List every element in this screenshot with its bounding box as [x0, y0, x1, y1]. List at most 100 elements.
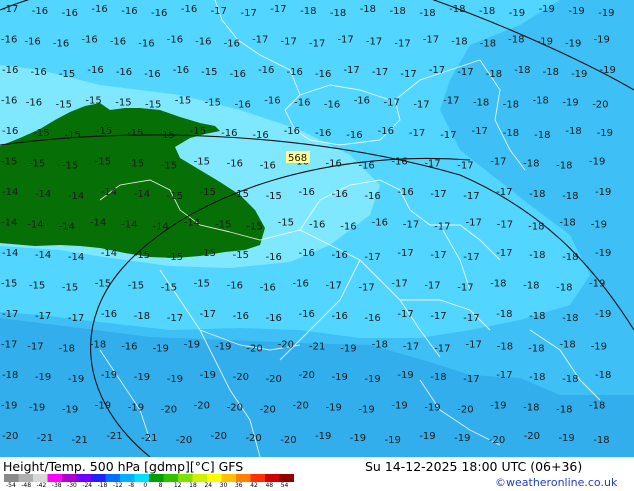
- temperature-label: -17: [463, 252, 479, 263]
- color-scale-tick-label: -8: [128, 482, 135, 489]
- temperature-label: -15: [65, 130, 81, 141]
- temperature-label: -16: [260, 161, 276, 172]
- temperature-label: -17: [358, 283, 374, 294]
- temperature-label: -17: [430, 250, 446, 261]
- temperature-label: -16: [358, 161, 374, 172]
- color-scale-tick-label: 54: [280, 482, 289, 489]
- temperature-label: -16: [138, 39, 154, 50]
- color-scale-tick-label: 42: [250, 482, 258, 489]
- temperature-label: -19: [454, 433, 470, 444]
- temperature-label: -19: [340, 344, 356, 355]
- temperature-label: -18: [330, 8, 346, 19]
- temperature-label: -15: [200, 248, 216, 259]
- color-scale-swatch: [91, 474, 106, 482]
- temperature-label: -16: [116, 67, 132, 78]
- temperature-label: -15: [134, 250, 150, 261]
- temperature-label: -20: [2, 431, 18, 442]
- color-scale-swatch: [47, 474, 63, 482]
- temperature-label: -18: [496, 309, 512, 320]
- temperature-label: -16: [260, 283, 276, 294]
- temperature-label: -17: [409, 128, 425, 139]
- temperature-label: -17: [443, 96, 459, 107]
- temperature-label: -17: [434, 344, 450, 355]
- temperature-label: -20: [161, 405, 177, 416]
- temperature-label: -17: [457, 161, 473, 172]
- temperature-label: -14: [59, 222, 75, 233]
- temperature-label: -16: [340, 222, 356, 233]
- color-scale-swatch: [76, 474, 92, 482]
- temperature-label: -16: [151, 8, 167, 19]
- temperature-label: -17: [1, 340, 17, 351]
- temperature-label: -19: [424, 403, 440, 414]
- temperature-label: -16: [224, 39, 240, 50]
- temperature-label: -18: [508, 35, 524, 46]
- temperature-label: -20: [293, 401, 309, 412]
- temperature-label: -15: [159, 130, 175, 141]
- temperature-label: -18: [565, 126, 581, 137]
- color-scale-tick-label: 24: [204, 482, 213, 489]
- temperature-label: -15: [1, 279, 17, 290]
- temperature-label: -14: [2, 248, 18, 259]
- temperature-label: -17: [457, 283, 473, 294]
- temperature-label: -17: [35, 311, 51, 322]
- temperature-label: -18: [419, 8, 435, 19]
- temperature-label: -16: [227, 159, 243, 170]
- temperature-label: -18: [451, 37, 467, 48]
- temperature-label: -18: [523, 281, 539, 292]
- map-footer: Height/Temp. 500 hPa [gdmp][°C] GFS Su 1…: [0, 457, 634, 490]
- height-contour-label: 568: [286, 151, 310, 164]
- temperature-label: -16: [110, 37, 126, 48]
- color-scale-tick-label: -18: [97, 482, 108, 489]
- credit-link[interactable]: ©weatheronline.co.uk: [495, 476, 617, 489]
- temperature-label: -18: [533, 96, 549, 107]
- temperature-label: -15: [59, 69, 75, 80]
- color-scale-tick-label: -30: [67, 482, 77, 489]
- temperature-label: -16: [144, 69, 160, 80]
- temperature-label: -16: [284, 126, 300, 137]
- color-scale-swatch: [149, 474, 164, 482]
- temperature-label: -19: [589, 279, 605, 290]
- temperature-label: -15: [29, 159, 45, 170]
- temperature-label: -15: [215, 220, 231, 231]
- color-scale-swatch: [236, 474, 251, 482]
- temperature-label: -16: [372, 218, 388, 229]
- temperature-label: -19: [62, 405, 78, 416]
- temperature-label: -18: [562, 374, 578, 385]
- temperature-label: -18: [589, 401, 605, 412]
- temperature-label: -15: [33, 128, 49, 139]
- temperature-label: -15: [246, 222, 262, 233]
- temperature-label: -17: [167, 313, 183, 324]
- temperature-label: -16: [2, 65, 18, 76]
- temperature-label: -18: [480, 39, 496, 50]
- temperature-label: -16: [264, 96, 280, 107]
- temperature-label: -17: [472, 126, 488, 137]
- temperature-label: -20: [278, 340, 294, 351]
- temperature-label: -15: [161, 283, 177, 294]
- temperature-label: -16: [331, 311, 347, 322]
- color-scale-swatch: [279, 474, 294, 482]
- color-scale-swatch: [62, 474, 77, 482]
- temperature-label: -16: [315, 128, 331, 139]
- temperature-label: -17: [424, 159, 440, 170]
- temperature-label: -17: [424, 281, 440, 292]
- temperature-label: -17: [400, 69, 416, 80]
- temperature-label: -18: [490, 279, 506, 290]
- temperature-label: -19: [95, 401, 111, 412]
- color-scale-tick-label: 12: [173, 482, 182, 489]
- temperature-label: -19: [598, 8, 614, 19]
- temperature-label: -14: [134, 189, 150, 200]
- temperature-label: -17: [496, 187, 512, 198]
- temperature-label: -15: [145, 100, 161, 111]
- temperature-label: -16: [24, 37, 40, 48]
- temperature-label: -18: [529, 189, 545, 200]
- temperature-label: -15: [95, 157, 111, 168]
- color-scale-tick-label: 36: [234, 482, 243, 489]
- temperature-label: -18: [556, 161, 572, 172]
- temperature-label: -21: [37, 433, 53, 444]
- temperature-label: -19: [591, 220, 607, 231]
- temperature-label: -17: [403, 342, 419, 353]
- temperature-label: -16: [230, 69, 246, 80]
- temperature-label: -16: [32, 6, 48, 17]
- temperature-label: -15: [95, 279, 111, 290]
- temperature-label: -18: [59, 344, 75, 355]
